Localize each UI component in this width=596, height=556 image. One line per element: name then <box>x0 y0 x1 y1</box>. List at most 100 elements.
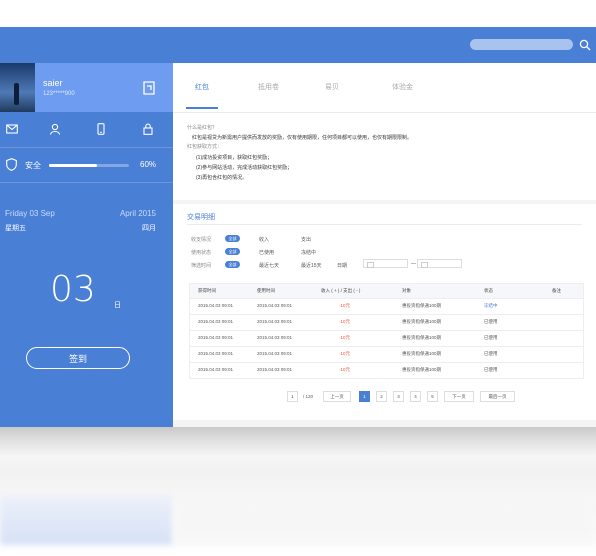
active-tab-indicator <box>186 107 218 109</box>
table-cell: 2015.04.03 09:01 <box>257 303 293 308</box>
tab-experience-fund[interactable]: 体验金 <box>392 82 413 92</box>
table-cell: 已使用 <box>484 351 498 356</box>
column-header: 收入 ( + ) / 支出 ( - ) <box>321 288 361 293</box>
column-header: 使用时间 <box>257 288 275 293</box>
sidebar: saier 123*****900 安全 60% Friday 03 Sep A… <box>0 63 173 427</box>
table-cell: 2015.04.03 09:01 <box>198 367 234 372</box>
table-cell: 2015.04.03 09:01 <box>257 319 293 324</box>
column-header: 对象 <box>402 288 411 293</box>
calendar-day-unit: 日 <box>114 302 121 309</box>
page-input[interactable]: 1 <box>287 391 298 402</box>
column-header: 备注 <box>552 288 561 293</box>
table-cell: 已使用 <box>484 367 498 372</box>
table-cell: 已使用 <box>484 335 498 340</box>
filter-option[interactable]: 最近七天 <box>259 262 279 269</box>
filter-all-badge[interactable]: 全部 <box>225 261 240 268</box>
column-header: 状态 <box>484 288 493 293</box>
table-cell: 2015.04.03 09:01 <box>257 335 293 340</box>
main-content: 红包 抵用卷 易贝 体验金 什么是红包？ 红包是视贷为新需用户提供而发放的奖励，… <box>173 63 596 427</box>
user-phone: 123*****900 <box>43 91 75 97</box>
date-separator: — <box>411 261 416 267</box>
page-number[interactable]: 5 <box>427 391 438 402</box>
date-weekday-en: Friday 03 Sep <box>5 209 55 218</box>
tab-coupon[interactable]: 抵用卷 <box>258 82 279 92</box>
page-number[interactable]: 4 <box>410 391 421 402</box>
table-cell: 2015.04.03 09:01 <box>198 319 234 324</box>
next-page-button[interactable]: 下一页 <box>444 391 474 402</box>
table-cell: 2015.04.03 09:01 <box>257 351 293 356</box>
table-cell: 冻结中 <box>484 303 498 308</box>
security-label: 安全 <box>25 161 41 170</box>
avatar[interactable] <box>0 63 35 112</box>
info-way-item: (3)再包含红包的情况。 <box>196 175 248 181</box>
table-cell: 2015.04.03 09:01 <box>198 335 234 340</box>
filter-all-badge[interactable]: 全部 <box>225 235 240 242</box>
page-number[interactable]: 1 <box>359 391 370 402</box>
date-month-cn: 四月 <box>142 225 156 232</box>
page-number[interactable]: 2 <box>376 391 387 402</box>
top-bar <box>0 27 596 63</box>
table-row: 2015.04.03 09:01 2015.04.03 09:01 -10元 惠投资指… <box>189 347 584 363</box>
search-input[interactable] <box>470 39 573 50</box>
info-way-item: (2)参与网站活动，完成活动获取红包奖励； <box>196 165 293 171</box>
shield-icon <box>6 158 17 171</box>
transactions-card: 交易明细 收支情况 全部 收入 支出 使用状态 全部 已使用 冻结中 筛选时间 … <box>173 204 596 420</box>
date-from-input[interactable] <box>363 259 408 268</box>
filter-option[interactable]: 收入 <box>259 236 269 243</box>
security-progress-fill <box>49 164 97 167</box>
reflection <box>0 495 173 545</box>
account-icon-row <box>0 112 173 148</box>
calendar-icon <box>367 262 374 268</box>
calendar-icon <box>421 262 428 268</box>
security-percent: 60% <box>140 160 157 169</box>
tab-yibei[interactable]: 易贝 <box>325 82 339 92</box>
filter-option[interactable]: 已使用 <box>259 249 274 256</box>
filter-label: 筛选时间 <box>191 263 212 269</box>
divider <box>187 224 582 225</box>
table-cell: 惠投资指保通100期 <box>402 335 442 340</box>
pagination: 1 / 120 上一页 1 2 3 4 5 下一页 最后一页 <box>287 391 587 402</box>
table-row: 2015.04.03 09:01 2015.04.03 09:01 -10元 惠投资指… <box>189 315 584 331</box>
table-cell: -10元 <box>339 319 351 324</box>
filter-label: 收支情况 <box>191 237 212 243</box>
phone-icon[interactable] <box>95 123 107 135</box>
table-cell: 2015.04.03 09:01 <box>198 351 234 356</box>
table-cell: 惠投资指保通100期 <box>402 319 442 324</box>
tab-redpacket[interactable]: 红包 <box>195 82 209 92</box>
filter-option: 日期 <box>337 263 348 269</box>
page-number[interactable]: 3 <box>393 391 404 402</box>
filter-option[interactable]: 支出 <box>301 236 311 243</box>
reflection <box>173 500 596 545</box>
prev-page-button[interactable]: 上一页 <box>323 391 351 402</box>
security-level: 安全 60% <box>0 148 173 183</box>
table-cell: 惠投资指保通100期 <box>402 303 442 308</box>
info-answer: 红包是视贷为新需用户提供而发放的奖励，仅有使用期限，任何项目都可以使用，也仅有期… <box>192 135 413 141</box>
user-icon[interactable] <box>49 123 61 135</box>
filter-all-badge[interactable]: 全部 <box>225 248 240 255</box>
filter-option[interactable]: 最近15天 <box>301 262 322 269</box>
last-page-button[interactable]: 最后一页 <box>480 391 515 402</box>
info-way-item: (1)成功投资项目，获取红包奖励； <box>196 155 273 161</box>
search-icon[interactable] <box>579 39 591 51</box>
calendar-day: 03 <box>50 269 96 310</box>
filter-option[interactable]: 冻结中 <box>301 249 316 256</box>
info-question: 什么是红包？ <box>187 125 218 131</box>
date-weekday-cn: 星期五 <box>5 225 26 232</box>
table-row: 2015.04.03 09:01 2015.04.03 09:01 -10元 惠投资指… <box>189 331 584 347</box>
table-row: 2015.04.03 09:01 2015.04.03 09:01 -10元 惠投资指… <box>189 363 584 379</box>
profile-card: saier 123*****900 <box>0 63 173 112</box>
device-shadow <box>0 427 596 457</box>
checkin-button[interactable]: 签到 <box>26 347 130 369</box>
logout-icon[interactable] <box>142 81 156 95</box>
table-cell: 已使用 <box>484 319 498 324</box>
tab-bar: 红包 抵用卷 易贝 体验金 <box>173 63 596 113</box>
page-total: / 120 <box>303 394 314 399</box>
column-header: 获得时间 <box>198 288 216 293</box>
redpacket-card: 红包 抵用卷 易贝 体验金 什么是红包？ 红包是视贷为新需用户提供而发放的奖励，… <box>173 63 596 200</box>
mail-icon[interactable] <box>6 123 18 135</box>
table-header: 获得时间 使用时间 收入 ( + ) / 支出 ( - ) 对象 状态 备注 <box>189 283 584 299</box>
date-to-input[interactable] <box>417 259 462 268</box>
table-cell: -10元 <box>339 367 351 372</box>
security-progress <box>49 164 129 167</box>
lock-icon[interactable] <box>142 123 154 135</box>
